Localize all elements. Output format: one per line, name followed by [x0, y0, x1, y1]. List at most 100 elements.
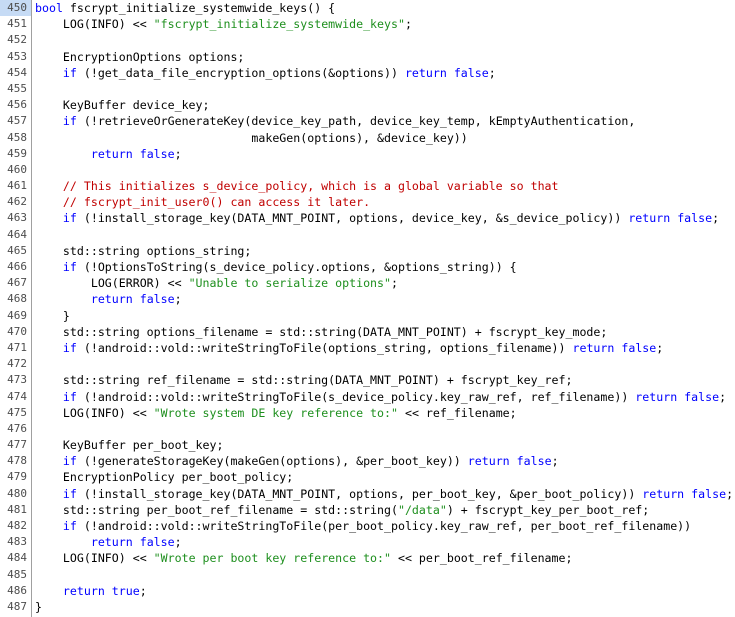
code-line[interactable]: 479 EncryptionPolicy per_boot_policy; [0, 469, 735, 485]
code-line[interactable]: 466 if (!OptionsToString(s_device_policy… [0, 259, 735, 275]
code-token: ; [712, 211, 720, 226]
code-keyword: if [62, 340, 77, 355]
code-token: (!retrieveOrGenerateKey(device_key_path,… [76, 114, 636, 129]
line-number: 452 [7, 33, 27, 47]
code-line[interactable]: 473 std::string ref_filename = std::stri… [0, 372, 735, 388]
code-line[interactable]: 475 LOG(INFO) << "Wrote system DE key re… [0, 405, 735, 421]
code-line[interactable]: 485 [0, 567, 735, 583]
code-line[interactable]: 472 [0, 356, 735, 372]
code-token: KeyBuffer device_key; [35, 98, 210, 113]
code-line[interactable]: 469 } [0, 308, 735, 324]
line-number: 471 [7, 340, 27, 354]
code-line[interactable]: 478 if (!generateStorageKey(makeGen(opti… [0, 453, 735, 469]
code-line[interactable]: 487} [0, 599, 735, 615]
line-number: 475 [7, 405, 27, 419]
code-keyword: return [635, 389, 678, 404]
code-text: std::string ref_filename = std::string(D… [35, 372, 573, 388]
line-number: 470 [7, 324, 27, 338]
line-number: 479 [7, 470, 27, 484]
code-line[interactable]: 464 [0, 227, 735, 243]
code-line[interactable]: 451 LOG(INFO) << "fscrypt_initialize_sys… [0, 16, 735, 32]
code-line[interactable]: 456 KeyBuffer device_key; [0, 97, 735, 113]
code-line[interactable]: 480 if (!install_storage_key(DATA_MNT_PO… [0, 486, 735, 502]
code-line[interactable]: 484 LOG(INFO) << "Wrote per boot key ref… [0, 550, 735, 566]
code-line[interactable]: 462 // fscrypt_init_user0() can access i… [0, 194, 735, 210]
line-number: 477 [7, 438, 27, 452]
code-line[interactable]: 458 makeGen(options), &device_key)) [0, 130, 735, 146]
code-keyword: false [677, 211, 713, 226]
code-editor[interactable]: 450 bool fscrypt_initialize_systemwide_ke… [0, 0, 735, 617]
code-line[interactable]: 465 std::string options_string; [0, 243, 735, 259]
code-line[interactable]: 470 std::string options_filename = std::… [0, 324, 735, 340]
code-text: std::string options_filename = std::stri… [35, 324, 607, 340]
code-keyword: return [628, 211, 671, 226]
code-token: LOG(INFO) << [35, 551, 154, 566]
code-string: "Unable to serialize options" [188, 276, 391, 291]
line-number: 461 [7, 179, 27, 193]
code-line[interactable]: 468 return false; [0, 291, 735, 307]
code-keyword: if [62, 211, 77, 226]
code-line[interactable]: 467 LOG(ERROR) << "Unable to serialize o… [0, 275, 735, 291]
code-line[interactable]: 460 [0, 162, 735, 178]
code-text: std::string options_string; [35, 243, 251, 259]
code-token: ; [404, 17, 412, 32]
code-keyword: if [62, 114, 77, 129]
code-keyword: if [62, 486, 77, 501]
code-token: fscrypt_initialize_systemwide_keys() { [62, 1, 336, 15]
code-keyword: if [62, 519, 77, 533]
code-token: std::string per_boot_ref_filename = std:… [35, 502, 398, 517]
code-keyword: false [453, 65, 489, 80]
code-line[interactable]: 452 [0, 32, 735, 48]
code-token: ; [139, 583, 147, 598]
line-number: 473 [7, 373, 27, 387]
code-line[interactable]: 453 EncryptionOptions options; [0, 49, 735, 65]
code-line[interactable]: 476 [0, 421, 735, 437]
line-number: 457 [7, 114, 27, 128]
code-keyword: false [139, 146, 175, 161]
code-token: (!get_data_file_encryption_options(&opti… [76, 65, 405, 80]
code-line[interactable]: 459 return false; [0, 146, 735, 162]
code-line[interactable]: 474 if (!android::vold::writeStringToFil… [0, 389, 735, 405]
code-text: std::string per_boot_ref_filename = std:… [35, 502, 649, 518]
code-keyword: false [516, 454, 552, 469]
line-number: 483 [7, 535, 27, 549]
code-text: } [35, 308, 70, 324]
code-keyword: false [621, 340, 657, 355]
code-line[interactable]: 463 if (!install_storage_key(DATA_MNT_PO… [0, 210, 735, 226]
code-line[interactable]: 450 bool fscrypt_initialize_systemwide_ke… [0, 0, 735, 17]
code-string: "/data" [397, 502, 447, 517]
code-line[interactable]: 455 [0, 81, 735, 97]
code-token: makeGen(options), &device_key)) [35, 130, 468, 145]
code-line[interactable]: 486 return true; [0, 583, 735, 599]
code-text: if (!android::vold::writeStringToFile(s_… [35, 389, 726, 405]
code-string: "Wrote per boot key reference to:" [153, 551, 391, 566]
code-comment: // This initializes s_device_policy, whi… [62, 179, 559, 194]
code-text: bool fscrypt_initialize_systemwide_keys(… [35, 0, 335, 16]
code-text: KeyBuffer per_boot_key; [35, 437, 224, 453]
code-line[interactable]: 461 // This initializes s_device_policy,… [0, 178, 735, 194]
code-line[interactable]: 477 KeyBuffer per_boot_key; [0, 437, 735, 453]
code-token: EncryptionOptions options; [35, 49, 245, 64]
line-number: 455 [7, 81, 27, 95]
code-line[interactable]: 471 if (!android::vold::writeStringToFil… [0, 340, 735, 356]
code-line[interactable]: 482 if (!android::vold::writeStringToFil… [0, 518, 735, 534]
code-text: // fscrypt_init_user0() can access it la… [35, 194, 370, 210]
code-lines[interactable]: 450 bool fscrypt_initialize_systemwide_ke… [0, 0, 735, 615]
code-token: ; [656, 340, 664, 355]
line-number: 451 [7, 17, 27, 31]
code-token: ; [390, 276, 398, 291]
code-line[interactable]: 481 std::string per_boot_ref_filename = … [0, 502, 735, 518]
code-line[interactable]: 457 if (!retrieveOrGenerateKey(device_ke… [0, 113, 735, 129]
code-line[interactable]: 483 return false; [0, 534, 735, 550]
code-keyword: false [684, 389, 720, 404]
code-line[interactable]: 454 if (!get_data_file_encryption_option… [0, 65, 735, 81]
